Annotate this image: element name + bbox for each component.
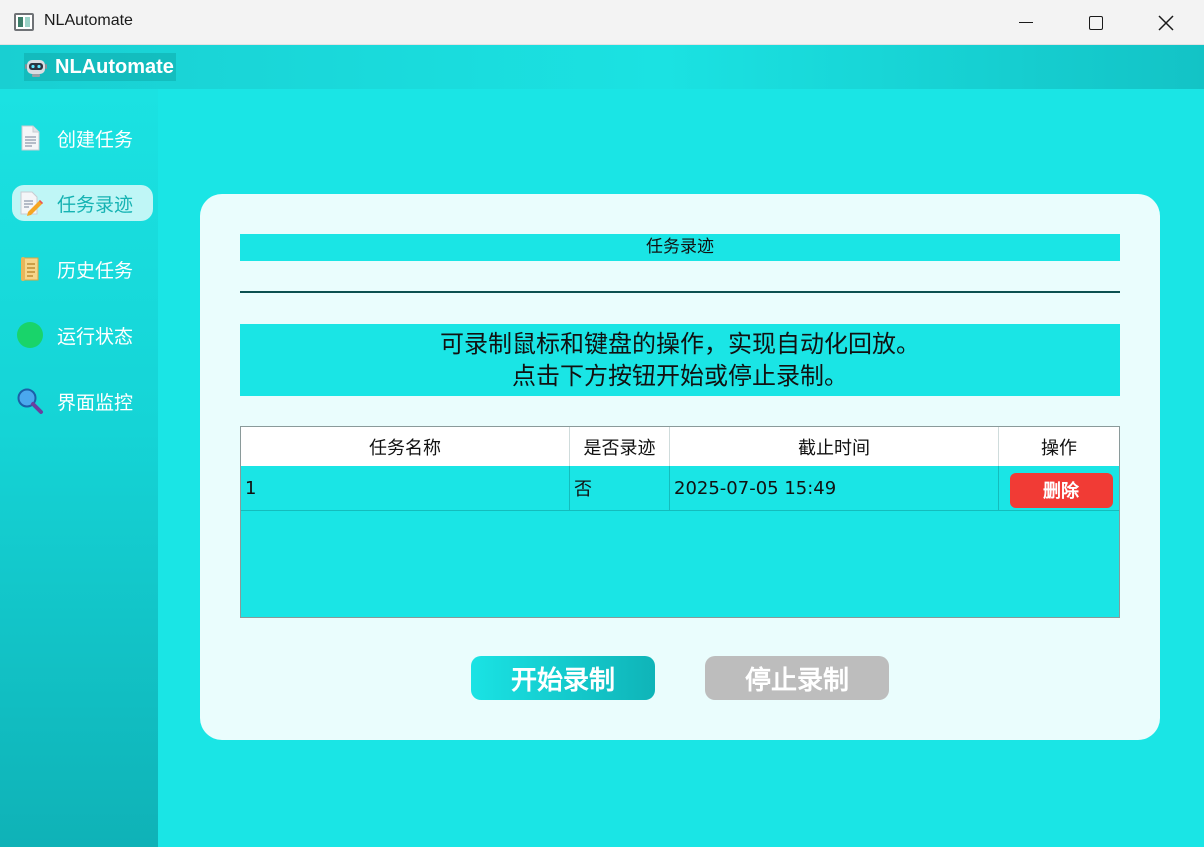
column-header-task-name[interactable]: 任务名称 <box>241 427 570 466</box>
cell-task-name[interactable]: 1 <box>241 466 570 510</box>
document-icon <box>21 125 40 151</box>
pencil-document-icon <box>20 191 43 216</box>
robot-icon <box>25 60 47 77</box>
column-header-action[interactable]: 操作 <box>999 427 1119 466</box>
intro-line-1: 可录制鼠标和键盘的操作，实现自动化回放。 <box>440 330 920 358</box>
task-table: 任务名称 是否录迹 截止时间 操作 1 否 2025-07-05 15:49 删… <box>240 426 1120 618</box>
magnifier-icon <box>17 388 43 414</box>
sidebar-item-run-status[interactable]: 运行状态 <box>12 317 153 353</box>
sidebar-item-label: 历史任务 <box>57 259 134 282</box>
brand-name: NLAutomate <box>55 55 174 78</box>
cell-recorded[interactable]: 否 <box>570 466 670 510</box>
sidebar-item-history-tasks[interactable]: 历史任务 <box>12 251 153 287</box>
maximize-button[interactable] <box>1061 0 1131 45</box>
table-header: 任务名称 是否录迹 截止时间 操作 <box>241 427 1119 466</box>
scroll-icon <box>21 257 39 281</box>
sidebar-item-label: 运行状态 <box>57 325 134 348</box>
sidebar: 创建任务 任务录迹 历史任务 运行状态 界面监控 <box>0 89 158 847</box>
intro-text: 可录制鼠标和键盘的操作，实现自动化回放。 点击下方按钮开始或停止录制。 <box>240 324 1120 396</box>
sidebar-item-label: 创建任务 <box>57 128 134 151</box>
stop-recording-button[interactable]: 停止录制 <box>705 656 889 700</box>
close-icon <box>1158 14 1174 31</box>
cell-action: 删除 <box>999 466 1119 510</box>
close-button[interactable] <box>1131 0 1201 45</box>
app-header: NLAutomate <box>0 45 1204 89</box>
column-header-recorded[interactable]: 是否录迹 <box>570 427 670 466</box>
page-title: 任务录迹 <box>240 234 1120 261</box>
sidebar-item-task-recording[interactable]: 任务录迹 <box>12 185 153 221</box>
minimize-button[interactable] <box>991 0 1061 45</box>
cell-deadline[interactable]: 2025-07-05 15:49 <box>670 466 999 510</box>
column-header-deadline[interactable]: 截止时间 <box>670 427 999 466</box>
green-circle-icon <box>17 322 43 348</box>
intro-line-2: 点击下方按钮开始或停止录制。 <box>512 362 848 390</box>
sidebar-item-label: 界面监控 <box>57 391 134 414</box>
start-recording-button[interactable]: 开始录制 <box>471 656 655 700</box>
sidebar-item-label: 任务录迹 <box>57 193 134 216</box>
divider <box>240 291 1120 293</box>
app-icon <box>14 13 34 31</box>
window-titlebar: NLAutomate <box>0 0 1204 45</box>
sidebar-item-ui-monitor[interactable]: 界面监控 <box>12 383 153 419</box>
minimize-icon <box>1019 21 1033 24</box>
delete-button[interactable]: 删除 <box>1009 472 1113 508</box>
table-row[interactable]: 1 否 2025-07-05 15:49 删除 <box>241 466 1119 511</box>
main-card: 任务录迹 可录制鼠标和键盘的操作，实现自动化回放。 点击下方按钮开始或停止录制。… <box>200 194 1160 740</box>
maximize-icon <box>1089 15 1103 30</box>
window-title: NLAutomate <box>44 12 133 29</box>
sidebar-item-create-task[interactable]: 创建任务 <box>12 120 153 156</box>
brand: NLAutomate <box>24 53 176 81</box>
